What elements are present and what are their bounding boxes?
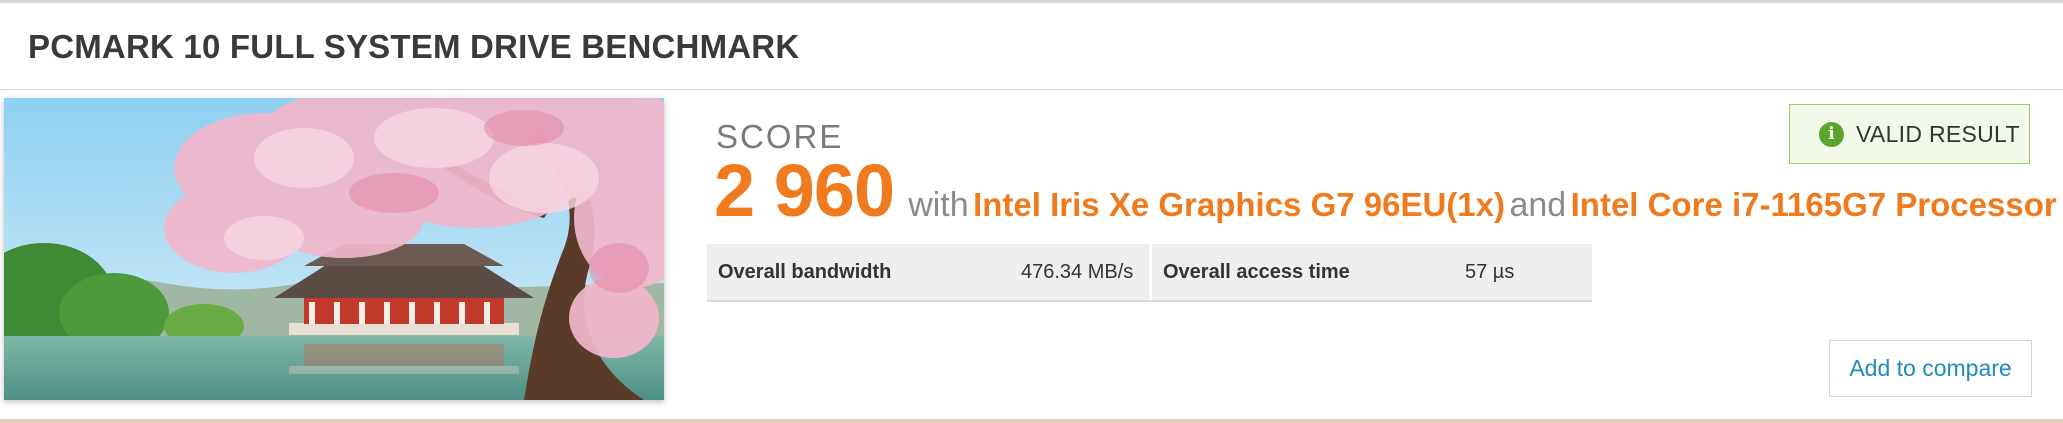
metric-overall-bandwidth: Overall bandwidth 476.34 MB/s	[707, 244, 1149, 300]
metric-value: 57 µs	[1465, 261, 1515, 283]
metric-label: Overall bandwidth	[718, 260, 892, 283]
result-panel: SCORE 2 960 with Intel Iris Xe Graphics G…	[0, 90, 2063, 423]
bottom-rule	[0, 419, 2063, 423]
info-icon: i	[1819, 121, 1844, 147]
benchmark-illustration	[4, 98, 664, 400]
cherry-blossom-illustration	[4, 98, 664, 400]
add-to-compare-button[interactable]: Add to compare	[1829, 340, 2032, 397]
metrics-table: Overall bandwidth 476.34 MB/s Overall ac…	[707, 244, 1592, 300]
score-value: 2 960	[714, 149, 895, 232]
page-title: PCMARK 10 FULL SYSTEM DRIVE BENCHMARK	[28, 28, 800, 65]
gpu-link[interactable]: Intel Iris Xe Graphics G7 96EU(1x)	[973, 186, 1505, 223]
metric-label: Overall access time	[1163, 260, 1350, 283]
metric-value: 476.34 MB/s	[1021, 261, 1134, 283]
and-text: and	[1509, 186, 1567, 224]
with-text: with	[908, 186, 969, 224]
metrics-divider	[707, 300, 1592, 302]
page-header: PCMARK 10 FULL SYSTEM DRIVE BENCHMARK	[0, 3, 2063, 90]
valid-result-text: VALID RESULT	[1856, 120, 2020, 147]
metric-overall-access-time: Overall access time 57 µs	[1152, 244, 1592, 300]
cpu-link[interactable]: Intel Core i7-1165G7 Processor	[1571, 186, 2057, 223]
valid-result-badge[interactable]: i VALID RESULT	[1789, 104, 2030, 164]
